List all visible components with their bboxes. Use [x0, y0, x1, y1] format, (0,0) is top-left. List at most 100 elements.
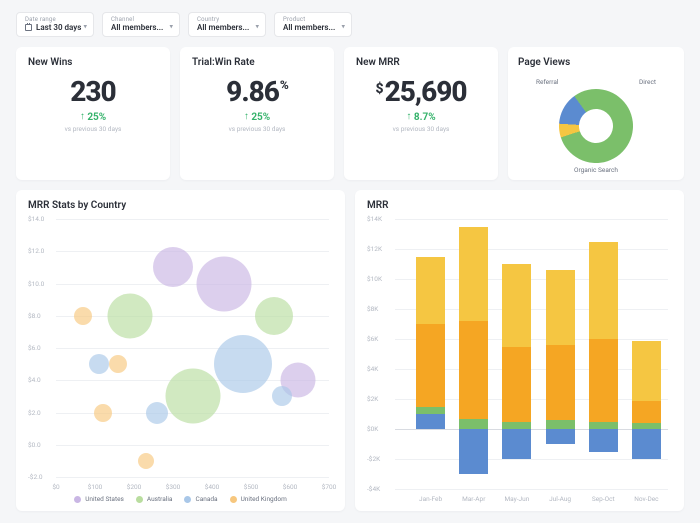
legend-item: Canada [184, 495, 217, 503]
bar-segment [416, 407, 445, 415]
bar-segment [416, 324, 445, 407]
bubble-plot: $14.0$12.0$10.0$8.0$6.0$4.0$2.0$0.0-$2.0… [28, 215, 333, 491]
swatch-icon [184, 496, 191, 503]
arrow-up-icon: ↑ [80, 111, 85, 122]
x-tick: $600 [283, 483, 298, 491]
filter-label: Product [283, 16, 343, 23]
x-tick: Jul-Aug [549, 495, 571, 503]
y-tick: $4K [367, 365, 378, 373]
chevron-down-icon: ▾ [255, 22, 259, 30]
y-tick: $10K [367, 275, 382, 283]
filter-value: All members... [111, 23, 171, 32]
kpi-delta: ↑ 25% [192, 112, 322, 123]
kpi-row: New Wins 230 ↑ 25% vs previous 30 days T… [16, 47, 684, 180]
kpi-value: $25,690 [356, 78, 486, 106]
filter-value: All members... [283, 23, 343, 32]
x-tick: Mar-Apr [462, 495, 485, 503]
bar-segment [589, 339, 618, 422]
filter-country[interactable]: Country All members... ▾ [188, 12, 266, 37]
y-tick: $10.0 [28, 280, 44, 288]
bar-segment [546, 420, 575, 429]
x-tick: Nov-Dec [634, 495, 658, 503]
bar-segment [416, 414, 445, 429]
y-tick: $2K [367, 395, 378, 403]
y-tick: $14K [367, 215, 382, 223]
x-tick: $200 [127, 483, 142, 491]
y-tick: -$2.0 [28, 473, 42, 481]
filter-label: Date range [25, 16, 85, 23]
bubble [214, 335, 272, 393]
donut-label-organic: Organic Search [574, 166, 618, 174]
x-tick: $700 [322, 483, 337, 491]
kpi-title: Page Views [518, 57, 674, 68]
y-tick: $8K [367, 305, 378, 313]
bar-segment [502, 347, 531, 422]
legend-item: United Kingdom [230, 495, 287, 503]
chart-title: MRR Stats by Country [28, 200, 333, 211]
filter-label: Channel [111, 16, 171, 23]
kpi-page-views: Page Views Referral Direct Organic Searc… [508, 47, 684, 180]
filter-date-range[interactable]: Date range Last 30 days ▾ [16, 12, 94, 37]
bar-segment [632, 341, 661, 401]
kpi-title: Trial:Win Rate [192, 57, 322, 68]
bubble-legend: United States Australia Canada United Ki… [28, 495, 333, 503]
chevron-down-icon: ▾ [83, 22, 87, 30]
bubble [138, 453, 154, 469]
kpi-new-mrr: New MRR $25,690 ↑ 8.7% vs previous 30 da… [344, 47, 498, 180]
bar-segment [459, 429, 488, 474]
kpi-sub: vs previous 30 days [356, 125, 486, 133]
chevron-down-icon: ▾ [341, 22, 345, 30]
x-tick: $100 [88, 483, 103, 491]
kpi-title: New MRR [356, 57, 486, 68]
bubble [196, 256, 251, 311]
chart-row: MRR Stats by Country $14.0$12.0$10.0$8.0… [16, 190, 684, 511]
filter-value: Last 30 days [25, 23, 85, 32]
kpi-delta: ↑ 25% [28, 112, 158, 123]
y-tick: -$4K [367, 485, 380, 493]
kpi-trial-win-rate: Trial:Win Rate 9.86% ↑ 25% vs previous 3… [180, 47, 334, 180]
bar-segment [502, 429, 531, 459]
bar-segment [546, 429, 575, 444]
y-tick: $6K [367, 335, 378, 343]
donut [549, 79, 642, 172]
kpi-title: New Wins [28, 57, 158, 68]
filter-label: Country [197, 16, 257, 23]
filter-channel[interactable]: Channel All members... ▾ [102, 12, 180, 37]
kpi-sub: vs previous 30 days [192, 125, 322, 133]
bubble [109, 355, 127, 373]
kpi-value: 9.86% [192, 78, 322, 106]
bar-plot: $14K$12K$10K$8K$6K$4K$2K$0K-$2K-$4KJan-F… [367, 215, 672, 503]
bar-segment [589, 242, 618, 340]
bar-segment [546, 345, 575, 420]
kpi-delta: ↑ 8.7% [356, 112, 486, 123]
arrow-up-icon: ↑ [244, 111, 249, 122]
x-tick: $400 [205, 483, 220, 491]
swatch-icon [230, 496, 237, 503]
filter-product[interactable]: Product All members... ▾ [274, 12, 352, 37]
chart-mrr: MRR $14K$12K$10K$8K$6K$4K$2K$0K-$2K-$4KJ… [355, 190, 684, 511]
kpi-new-wins: New Wins 230 ↑ 25% vs previous 30 days [16, 47, 170, 180]
y-tick: $2.0 [28, 409, 41, 417]
bar-segment [632, 429, 661, 459]
chart-mrr-by-country: MRR Stats by Country $14.0$12.0$10.0$8.0… [16, 190, 345, 511]
legend-item: Australia [136, 495, 173, 503]
donut-label-direct: Direct [639, 78, 656, 86]
bar-segment [589, 429, 618, 452]
bubble [89, 354, 109, 374]
bubble [94, 404, 112, 422]
y-tick: $4.0 [28, 376, 41, 384]
donut-label-referral: Referral [536, 78, 558, 86]
y-tick: $0K [367, 425, 378, 433]
filter-bar: Date range Last 30 days ▾ Channel All me… [16, 12, 684, 37]
bubble [146, 402, 168, 424]
y-tick: $12.0 [28, 247, 44, 255]
x-tick: $300 [166, 483, 181, 491]
bar-segment [459, 227, 488, 322]
bar-segment [589, 422, 618, 430]
bar-segment [502, 422, 531, 430]
bar-segment [459, 419, 488, 430]
bar-segment [632, 423, 661, 429]
bubble [255, 297, 293, 335]
x-tick: $500 [244, 483, 259, 491]
calendar-icon [25, 24, 32, 31]
